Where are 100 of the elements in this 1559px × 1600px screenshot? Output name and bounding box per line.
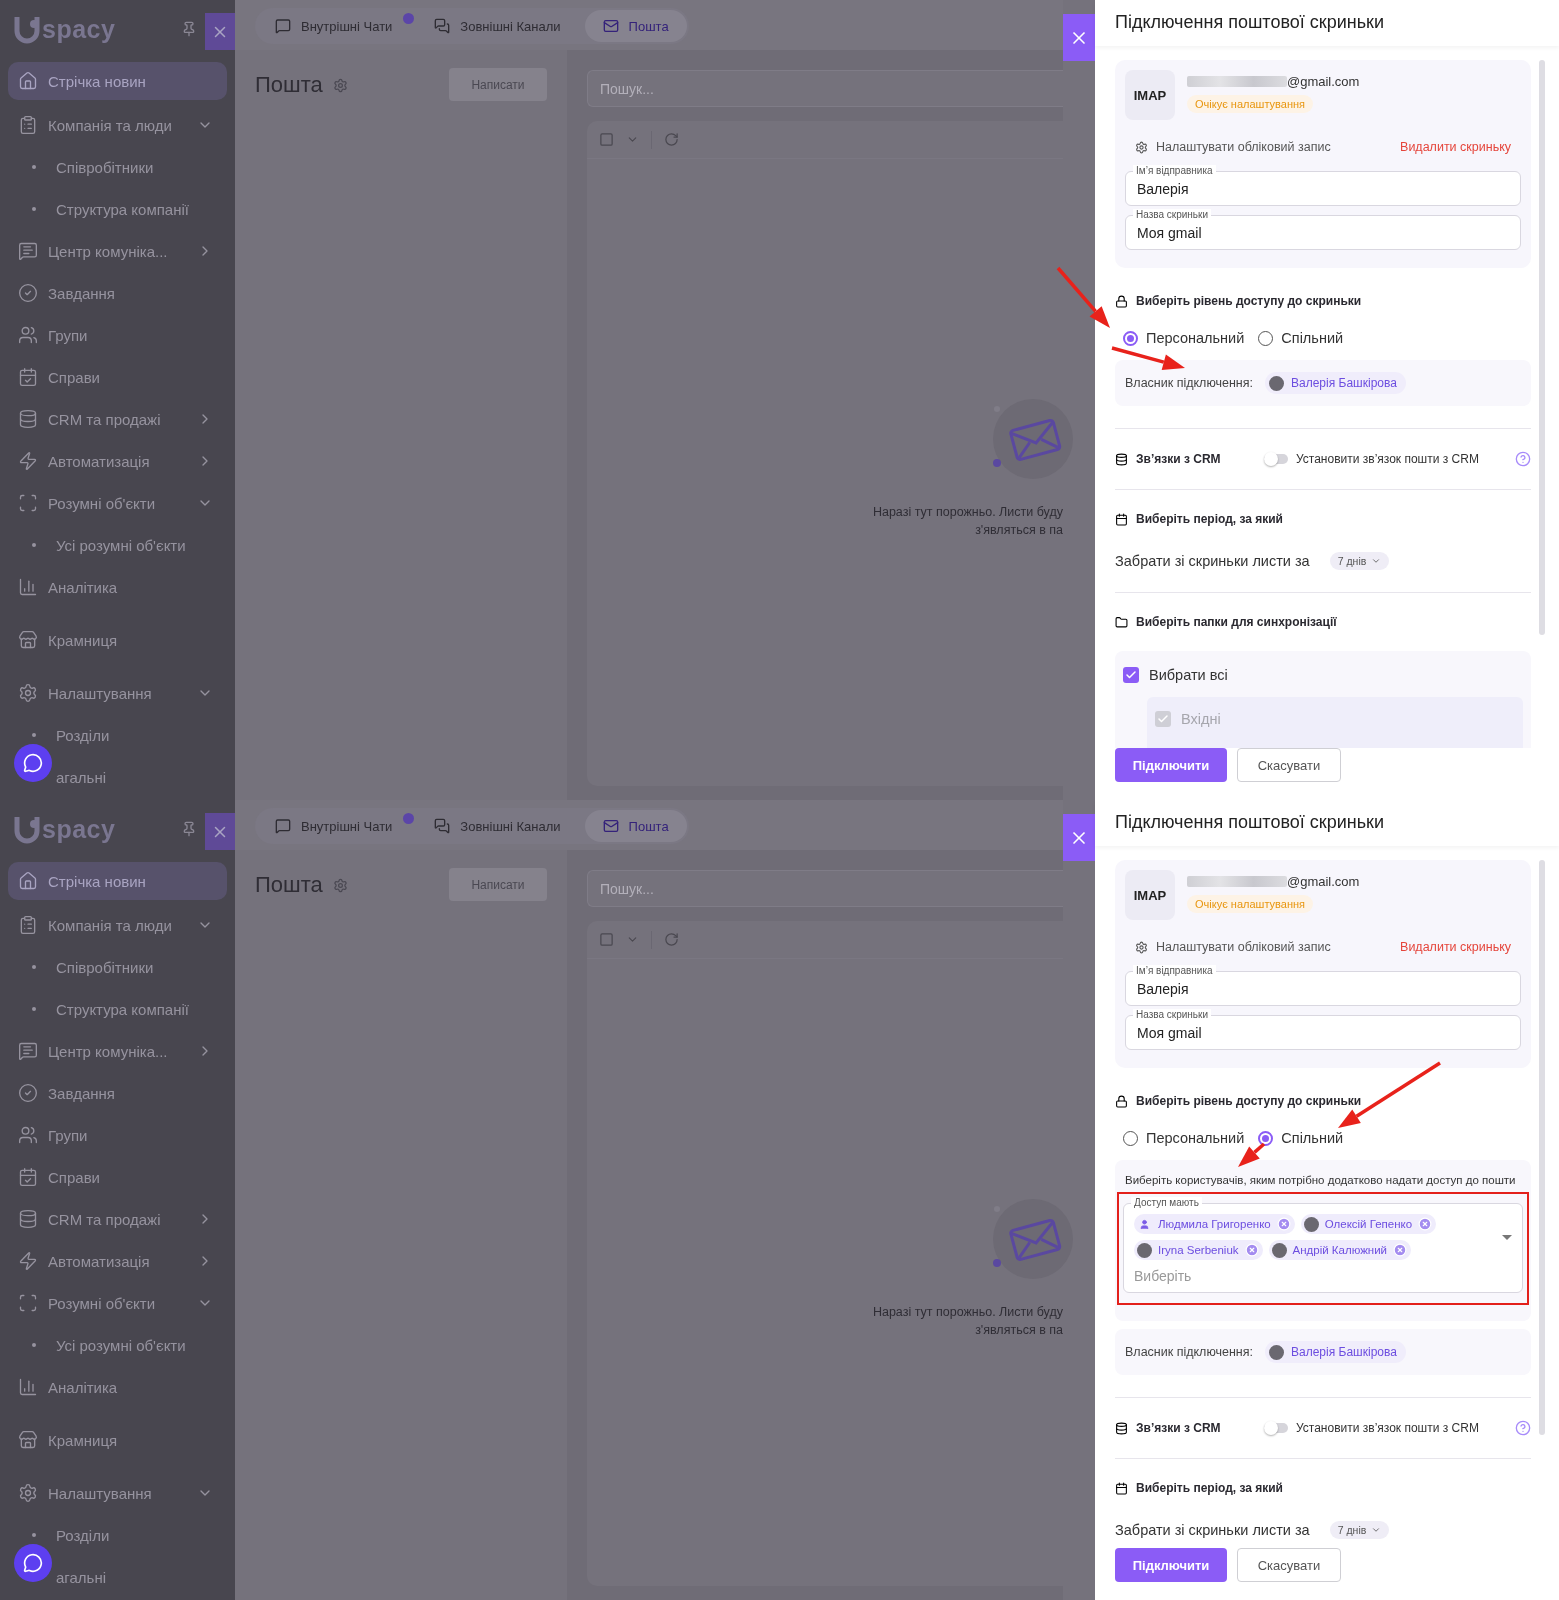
- tab[interactable]: Пошта: [584, 810, 687, 842]
- sidebar-item[interactable]: Компанія та люди: [8, 904, 227, 946]
- sidebar-item[interactable]: CRM та продажі: [8, 1198, 227, 1240]
- delete-mailbox-link[interactable]: Видалити скриньку: [1400, 940, 1511, 954]
- checkbox[interactable]: [1123, 667, 1139, 683]
- remove-icon[interactable]: [1244, 1243, 1259, 1257]
- sidebar-item[interactable]: Крамниця: [8, 619, 227, 661]
- sidebar-item[interactable]: Усі розумні об'єкти: [8, 524, 227, 566]
- radio-button[interactable]: [1258, 1130, 1274, 1146]
- sidebar-item[interactable]: Співробітники: [8, 146, 227, 188]
- cancel-button[interactable]: Скасувати: [1237, 1548, 1341, 1582]
- section-icon: [18, 1483, 38, 1503]
- sidebar-item[interactable]: CRM та продажі: [8, 398, 227, 440]
- sidebar-item[interactable]: Справи: [8, 1156, 227, 1198]
- sidebar-item[interactable]: Компанія та люди: [8, 104, 227, 146]
- connect-button[interactable]: Підключити: [1115, 748, 1227, 782]
- compose-button[interactable]: Написати: [449, 868, 547, 901]
- section-icon: [18, 1209, 38, 1229]
- account-settings-link[interactable]: Налаштувати обліковий запис: [1135, 140, 1331, 154]
- settings-icon[interactable]: [332, 77, 348, 93]
- radio-option[interactable]: Персональний: [1123, 330, 1245, 346]
- sidebar-item[interactable]: Розумні об'єкти: [8, 482, 227, 524]
- sidebar-item[interactable]: Центр комуніка...: [8, 1030, 227, 1072]
- checkbox-icon[interactable]: [599, 932, 614, 947]
- tab[interactable]: Внутрішні Чати: [257, 10, 411, 42]
- compose-button[interactable]: Написати: [449, 68, 547, 101]
- sidebar-item[interactable]: Аналітика: [8, 1366, 227, 1408]
- section-icon: [18, 71, 38, 91]
- sidebar-item[interactable]: Групи: [8, 314, 227, 356]
- sidebar-item[interactable]: Крамниця: [8, 1419, 227, 1461]
- scrollbar[interactable]: [1539, 60, 1545, 635]
- radio-option[interactable]: Персональний: [1123, 1130, 1245, 1146]
- user-chip[interactable]: Олексій Гепенко: [1300, 1214, 1437, 1234]
- sidebar-item[interactable]: Стрічка новин: [8, 62, 227, 100]
- sidebar-item[interactable]: Структура компанії: [8, 988, 227, 1030]
- sidebar-item[interactable]: Автоматизація: [8, 1240, 227, 1282]
- account-settings-link[interactable]: Налаштувати обліковий запис: [1135, 940, 1331, 954]
- sidebar-item[interactable]: Усі розумні об'єкти: [8, 1324, 227, 1366]
- close-button[interactable]: [1063, 814, 1095, 861]
- tab[interactable]: Зовнішні Канали: [416, 810, 579, 842]
- sidebar-item[interactable]: Співробітники: [8, 946, 227, 988]
- sidebar-item[interactable]: Розумні об'єкти: [8, 1282, 227, 1324]
- status-badge: Очікує налаштування: [1187, 95, 1313, 113]
- remove-icon[interactable]: [1418, 1217, 1433, 1231]
- period-label: Забрати зі скриньки листи за: [1115, 553, 1310, 569]
- tab[interactable]: Внутрішні Чати: [257, 810, 411, 842]
- remove-icon[interactable]: [1276, 1217, 1291, 1231]
- help-icon[interactable]: [1515, 1420, 1531, 1436]
- section-icon: [18, 1430, 38, 1450]
- help-icon[interactable]: [1515, 451, 1531, 467]
- sidebar-item[interactable]: Справи: [8, 356, 227, 398]
- delete-mailbox-link[interactable]: Видалити скриньку: [1400, 140, 1511, 154]
- sidebar-item[interactable]: Налаштування: [8, 672, 227, 714]
- sidebar-item[interactable]: Завдання: [8, 272, 227, 314]
- owner-chip[interactable]: Валерія Башкірова: [1265, 372, 1406, 394]
- sidebar-item[interactable]: Центр комуніка...: [8, 230, 227, 272]
- pin-icon[interactable]: [181, 821, 197, 837]
- toggle-switch[interactable]: [1264, 454, 1288, 464]
- user-chip[interactable]: Людмила Григоренко: [1134, 1214, 1295, 1234]
- sidebar-item[interactable]: Аналітика: [8, 566, 227, 608]
- refresh-icon[interactable]: [664, 932, 679, 947]
- check-icon: [1125, 669, 1137, 681]
- sidebar-item[interactable]: Налаштування: [8, 1472, 227, 1514]
- pin-icon[interactable]: [181, 21, 197, 37]
- chat-button[interactable]: [14, 744, 52, 782]
- folder-icon: [1115, 615, 1128, 629]
- settings-icon[interactable]: [332, 877, 348, 893]
- owner-chip[interactable]: Валерія Башкірова: [1265, 1341, 1406, 1363]
- sidebar-item[interactable]: Стрічка новин: [8, 862, 227, 900]
- period-select[interactable]: 7 днів: [1329, 1521, 1390, 1539]
- tab[interactable]: Пошта: [584, 10, 687, 42]
- sidebar-item[interactable]: Групи: [8, 1114, 227, 1156]
- sidebar-item[interactable]: Розділи: [8, 714, 227, 756]
- sidebar-item[interactable]: Завдання: [8, 1072, 227, 1114]
- refresh-icon[interactable]: [664, 132, 679, 147]
- toggle-switch[interactable]: [1264, 1423, 1288, 1433]
- tab[interactable]: Зовнішні Канали: [416, 10, 579, 42]
- checkbox-option[interactable]: Вибрати всі: [1123, 667, 1523, 683]
- sidebar-item[interactable]: Автоматизація: [8, 440, 227, 482]
- search-field[interactable]: Пошук...: [587, 870, 1063, 907]
- scrollbar[interactable]: [1539, 860, 1545, 1435]
- radio-button[interactable]: [1123, 330, 1138, 346]
- close-button[interactable]: [205, 13, 235, 50]
- period-select[interactable]: 7 днів: [1329, 552, 1390, 570]
- radio-option[interactable]: Спільний: [1258, 330, 1344, 346]
- search-field[interactable]: Пошук...: [587, 70, 1063, 107]
- radio-option[interactable]: Спільний: [1258, 1130, 1344, 1146]
- close-button[interactable]: [1063, 14, 1095, 61]
- connect-button[interactable]: Підключити: [1115, 1548, 1227, 1582]
- sidebar-item[interactable]: Структура компанії: [8, 188, 227, 230]
- user-chip[interactable]: Андрій Калюжний: [1268, 1240, 1412, 1260]
- chat-button[interactable]: [14, 1544, 52, 1582]
- sidebar-item[interactable]: Розділи: [8, 1514, 227, 1556]
- section-title: Виберіть період, за який: [1136, 512, 1283, 526]
- remove-icon[interactable]: [1393, 1243, 1408, 1257]
- caret-icon[interactable]: [1502, 1235, 1512, 1240]
- user-chip[interactable]: Iryna Serbeniuk: [1134, 1240, 1263, 1260]
- cancel-button[interactable]: Скасувати: [1237, 748, 1341, 782]
- checkbox-icon[interactable]: [599, 132, 614, 147]
- close-button[interactable]: [205, 813, 235, 850]
